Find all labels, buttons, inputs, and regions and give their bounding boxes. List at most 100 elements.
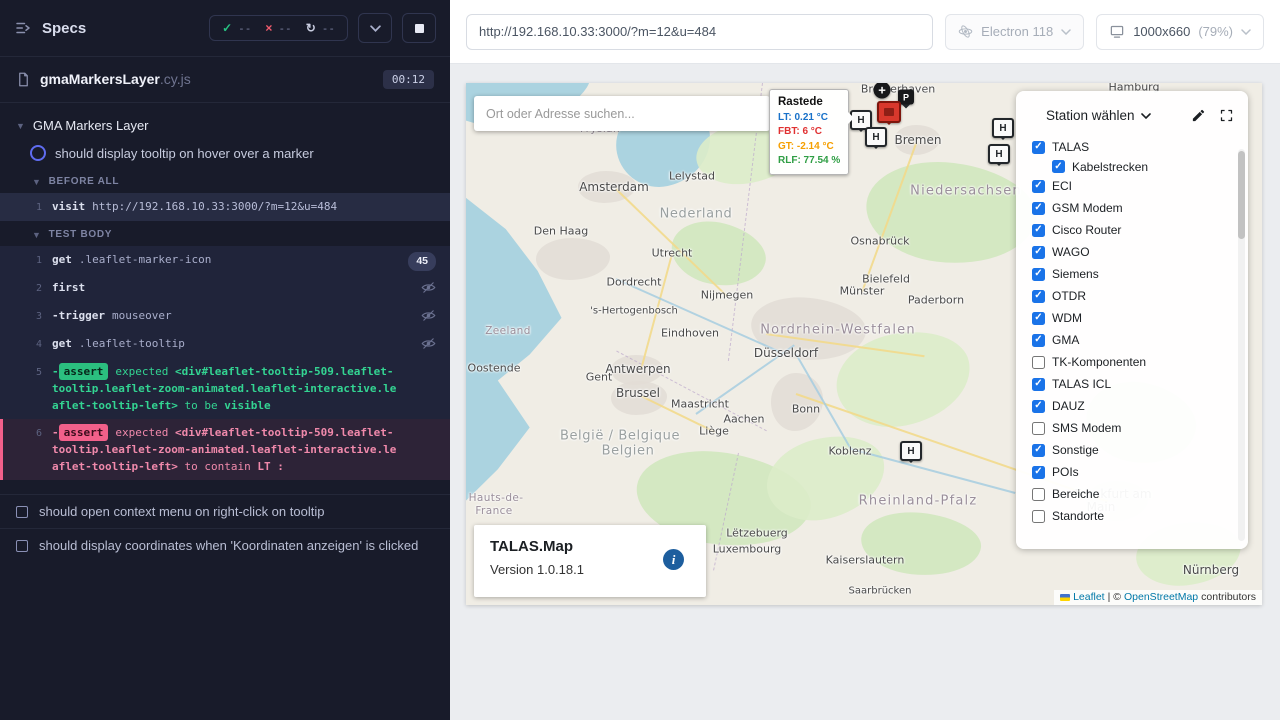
specs-list-icon[interactable] <box>14 19 32 37</box>
marker-pin-tip <box>907 459 915 463</box>
map-label: Kaiserslautern <box>826 554 905 567</box>
checkbox[interactable]: ✓ <box>1032 180 1045 193</box>
command-number: 6 <box>0 424 52 475</box>
station-item-tk-komponenten[interactable]: TK-Komponenten <box>1032 351 1248 373</box>
checkbox[interactable]: ✓ <box>1032 312 1045 325</box>
checkbox[interactable]: ✓ <box>1032 334 1045 347</box>
panel-scrollbar[interactable] <box>1238 149 1245 541</box>
command-content: -assertexpected <div#leaflet-tooltip-509… <box>52 424 436 475</box>
station-item-label: Kabelstrecken <box>1072 160 1148 174</box>
stat-pending[interactable]: ↻-- <box>306 21 335 35</box>
search-input[interactable] <box>474 96 770 131</box>
map-label: Gent <box>586 371 613 384</box>
command-row-get[interactable]: 1get.leaflet-marker-icon45 <box>0 246 450 274</box>
active-test-row[interactable]: should display tooltip on hover over a m… <box>0 140 450 168</box>
station-item-sonstige[interactable]: ✓Sonstige <box>1032 439 1248 461</box>
station-item-eci[interactable]: ✓ECI <box>1032 175 1248 197</box>
map-marker-h[interactable]: H <box>900 441 922 461</box>
station-item-bereiche[interactable]: Bereiche <box>1032 483 1248 505</box>
pending-test-row[interactable]: should display coordinates when 'Koordin… <box>0 528 450 562</box>
map-marker-plus[interactable]: + <box>874 83 891 99</box>
station-item-sms-modem[interactable]: SMS Modem <box>1032 417 1248 439</box>
chevron-down-icon[interactable] <box>1141 113 1151 119</box>
spec-file-row[interactable]: gmaMarkersLayer.cy.js 00:12 <box>0 57 450 103</box>
tooltip-measurement: FBT: 6 °C <box>778 125 840 140</box>
info-icon[interactable]: i <box>663 549 684 570</box>
collapse-all-button[interactable] <box>358 13 392 43</box>
leaflet-map[interactable]: BremerhavenHamburgFryslânBremenLelystadA… <box>466 83 1262 605</box>
command-row-visit[interactable]: 1visithttp://192.168.10.33:3000/?m=12&u=… <box>0 193 450 221</box>
station-item-kabelstrecken[interactable]: ✓ Kabelstrecken <box>1052 158 1248 175</box>
pencil-icon[interactable] <box>1191 108 1206 123</box>
station-item-pois[interactable]: ✓POIs <box>1032 461 1248 483</box>
checkbox[interactable] <box>1032 356 1045 369</box>
station-item-talas-icl[interactable]: ✓TALAS ICL <box>1032 373 1248 395</box>
station-item-gsm-modem[interactable]: ✓ GSM Modem <box>1032 197 1248 219</box>
map-marker-h[interactable]: H <box>992 118 1014 138</box>
suite-row[interactable]: ▼ GMA Markers Layer <box>0 111 450 140</box>
stop-tests-button[interactable] <box>402 13 436 43</box>
tooltip-title: Rastede <box>778 94 840 111</box>
command-content: get.leaflet-marker-icon <box>52 251 436 269</box>
pending-test-title: should display coordinates when 'Koordin… <box>39 538 418 553</box>
before-all-section-header[interactable]: ▼ BEFORE ALL <box>0 168 450 193</box>
checkbox[interactable]: ✓ <box>1032 141 1045 154</box>
checkbox[interactable]: ✓ <box>1032 290 1045 303</box>
command-row-get[interactable]: 4get.leaflet-tooltip <box>0 330 450 358</box>
station-item-label: DAUZ <box>1052 399 1085 413</box>
checkbox[interactable]: ✓ <box>1032 466 1045 479</box>
checkbox[interactable]: ✓ <box>1032 444 1045 457</box>
section-label: TEST BODY <box>49 229 113 240</box>
map-marker-red[interactable] <box>877 101 901 123</box>
checkbox[interactable]: ✓ <box>1032 268 1045 281</box>
checkbox[interactable] <box>1032 510 1045 523</box>
leaflet-link[interactable]: Leaflet <box>1073 591 1105 603</box>
checkbox[interactable]: ✓ <box>1032 400 1045 413</box>
station-item-gma[interactable]: ✓GMA <box>1032 329 1248 351</box>
browser-select[interactable]: Electron 118 <box>945 14 1084 50</box>
map-label: 's-Hertogenbosch <box>590 306 678 317</box>
checkbox[interactable]: ✓ <box>1032 224 1045 237</box>
map-marker-h[interactable]: H <box>865 127 887 147</box>
command-method: trigger <box>59 309 105 322</box>
station-item-wago[interactable]: ✓WAGO <box>1032 241 1248 263</box>
checkbox[interactable]: ✓ <box>1052 160 1065 173</box>
stat-failed[interactable]: ×-- <box>265 21 291 35</box>
spec-timer: 00:12 <box>383 70 434 89</box>
command-row-assert[interactable]: 6-assertexpected <div#leaflet-tooltip-50… <box>0 419 450 480</box>
station-panel-header: Station wählen <box>1016 91 1248 132</box>
map-label: Niedersachsen <box>910 184 1022 199</box>
app-root: Specs ✓--×--↻-- gmaMarkersLayer.cy.js 00… <box>0 0 1280 720</box>
station-item-otdr[interactable]: ✓OTDR <box>1032 285 1248 307</box>
checkbox[interactable] <box>1032 488 1045 501</box>
pending-test-row[interactable]: should open context menu on right-click … <box>0 494 450 528</box>
station-item-cisco-router[interactable]: ✓Cisco Router <box>1032 219 1248 241</box>
map-marker-h[interactable]: H <box>988 144 1010 164</box>
forest-patch <box>861 153 1042 273</box>
station-item-dauz[interactable]: ✓ DAUZ <box>1032 395 1248 417</box>
station-item-siemens[interactable]: ✓Siemens <box>1032 263 1248 285</box>
osm-link[interactable]: OpenStreetMap <box>1124 591 1198 603</box>
station-item-standorte[interactable]: Standorte <box>1032 505 1248 527</box>
scrollbar-thumb[interactable] <box>1238 151 1245 239</box>
station-item-label: SMS Modem <box>1052 421 1121 435</box>
checkbox[interactable] <box>1032 422 1045 435</box>
version-card: TALAS.Map Version 1.0.18.1 i <box>474 525 706 597</box>
command-row-first[interactable]: 2first <box>0 274 450 302</box>
station-item-talas[interactable]: ✓TALAS <box>1032 136 1248 158</box>
stat-passed[interactable]: ✓-- <box>222 21 251 35</box>
map-label: België / Belgique <box>560 429 680 444</box>
url-input[interactable] <box>466 14 933 50</box>
station-item-wdm[interactable]: ✓WDM <box>1032 307 1248 329</box>
map-label: Paderborn <box>908 294 964 307</box>
checkbox[interactable]: ✓ <box>1032 246 1045 259</box>
checkbox[interactable]: ✓ <box>1032 378 1045 391</box>
command-row-assert[interactable]: 5-assertexpected <div#leaflet-tooltip-50… <box>0 358 450 419</box>
test-body-section-header[interactable]: ▼ TEST BODY <box>0 221 450 246</box>
checkbox[interactable]: ✓ <box>1032 202 1045 215</box>
expand-icon[interactable] <box>1219 108 1234 123</box>
viewport-select[interactable]: 1000x660 (79%) <box>1096 14 1264 50</box>
station-item-label: GSM Modem <box>1052 201 1123 215</box>
command-row-trigger[interactable]: 3-triggermouseover <box>0 302 450 330</box>
station-select[interactable]: Station wählen <box>1046 108 1135 123</box>
